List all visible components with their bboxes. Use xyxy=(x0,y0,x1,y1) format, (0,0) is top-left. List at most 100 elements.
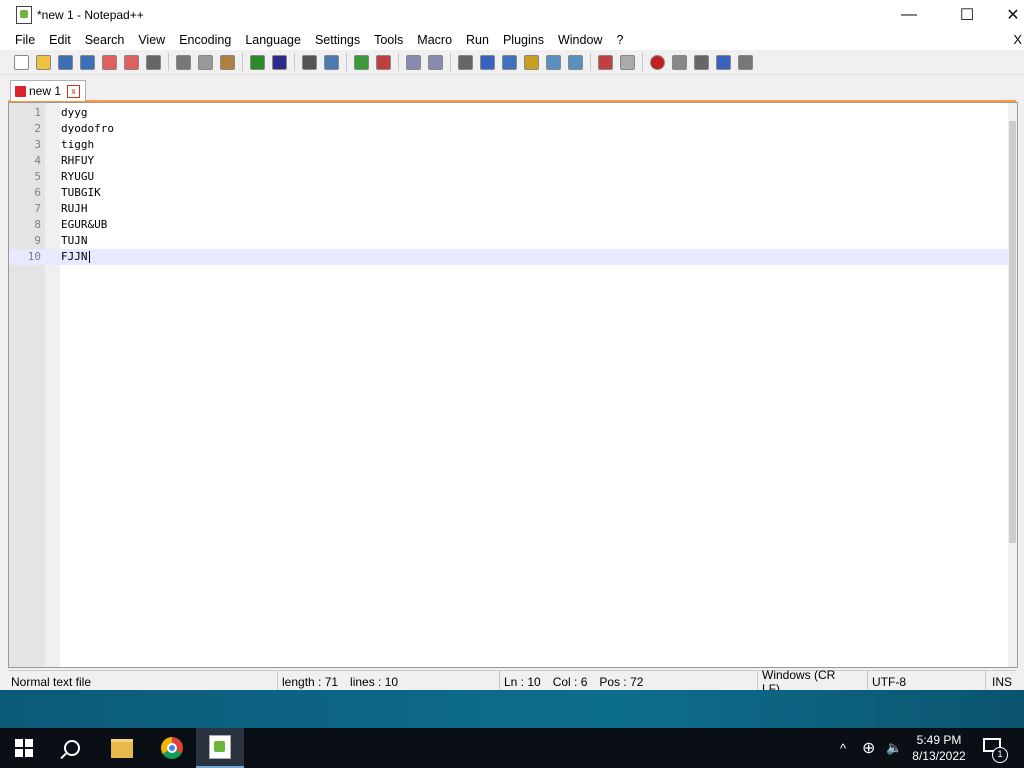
line-number: 2 xyxy=(34,122,41,135)
editor-line[interactable]: 3 tiggh xyxy=(9,137,1017,153)
menu-item-file[interactable]: File xyxy=(8,30,42,50)
sync-vertical-icon[interactable] xyxy=(404,53,422,71)
line-number: 1 xyxy=(34,106,41,119)
show-all-chars-icon[interactable] xyxy=(478,53,496,71)
save-all-icon[interactable] xyxy=(78,53,96,71)
file-explorer-button[interactable] xyxy=(98,728,146,768)
network-icon[interactable]: ⊕ xyxy=(862,728,875,768)
menu-item-run[interactable]: Run xyxy=(459,30,496,50)
zoom-in-icon[interactable] xyxy=(352,53,370,71)
line-text: dyyg xyxy=(61,106,88,119)
sync-horizontal-icon[interactable] xyxy=(426,53,444,71)
redo-icon[interactable] xyxy=(270,53,288,71)
menu-item-language[interactable]: Language xyxy=(238,30,308,50)
text-caret xyxy=(89,251,91,263)
stop-record-icon[interactable] xyxy=(670,53,688,71)
save-macro-icon[interactable] xyxy=(736,53,754,71)
vertical-scrollbar[interactable] xyxy=(1008,103,1017,667)
line-text: dyodofro xyxy=(61,122,114,135)
maximize-button[interactable]: ☐ xyxy=(944,0,990,30)
play-macro-icon[interactable] xyxy=(692,53,710,71)
toolbar-separator xyxy=(346,53,347,71)
menu-item-tools[interactable]: Tools xyxy=(367,30,410,50)
editor-line[interactable]: 5 RYUGU xyxy=(9,169,1017,185)
clock-time: 5:49 PM xyxy=(916,733,962,747)
menu-item-help[interactable]: ? xyxy=(609,30,630,50)
title-bar[interactable]: *new 1 - Notepad++ — ☐ ✕ xyxy=(0,0,1024,30)
editor-line[interactable]: 9 TUJN xyxy=(9,233,1017,249)
notepadpp-icon xyxy=(209,735,231,759)
editor-line[interactable]: 1 dyyg xyxy=(9,105,1017,121)
scrollbar-thumb[interactable] xyxy=(1009,121,1016,543)
toolbar-separator xyxy=(642,53,643,71)
menu-item-plugins[interactable]: Plugins xyxy=(496,30,551,50)
editor-line[interactable]: 6 TUBGIK xyxy=(9,185,1017,201)
tab-bar: new 1 x xyxy=(8,78,1016,102)
col-text: Col : 6 xyxy=(552,675,588,689)
line-number: 10 xyxy=(27,250,41,263)
close-all-icon[interactable] xyxy=(122,53,140,71)
close-document-icon[interactable]: X xyxy=(1013,32,1022,47)
editor-line[interactable]: 8 EGUR&UB xyxy=(9,217,1017,233)
minimize-button[interactable]: — xyxy=(886,0,932,30)
monitoring-icon[interactable] xyxy=(618,53,636,71)
chrome-button[interactable] xyxy=(148,728,196,768)
tab-close-icon[interactable]: x xyxy=(67,84,81,98)
zoom-out-icon[interactable] xyxy=(374,53,392,71)
indent-guide-icon[interactable] xyxy=(500,53,518,71)
run-macro-multiple-icon[interactable] xyxy=(714,53,732,71)
word-wrap-icon[interactable] xyxy=(456,53,474,71)
new-file-icon[interactable] xyxy=(12,53,30,71)
replace-icon[interactable] xyxy=(322,53,340,71)
cut-icon[interactable] xyxy=(174,53,192,71)
line-text: tiggh xyxy=(61,138,95,151)
find-icon[interactable] xyxy=(300,53,318,71)
folder-workspace-icon[interactable] xyxy=(596,53,614,71)
unsaved-icon xyxy=(15,85,26,97)
windows-logo-icon xyxy=(15,739,33,757)
toolbar-separator xyxy=(450,53,451,71)
start-button[interactable] xyxy=(0,728,48,768)
editor-line[interactable]: 7 RUJH xyxy=(9,201,1017,217)
insert-mode-text: INS xyxy=(992,675,1013,689)
save-icon[interactable] xyxy=(56,53,74,71)
line-number: 7 xyxy=(34,202,41,215)
search-button[interactable] xyxy=(48,728,96,768)
chrome-icon xyxy=(161,737,183,759)
function-list-icon[interactable] xyxy=(566,53,584,71)
taskbar-clock[interactable]: 5:49 PM 8/13/2022 xyxy=(906,732,972,764)
record-macro-icon[interactable] xyxy=(648,53,666,71)
undo-icon[interactable] xyxy=(248,53,266,71)
toolbar xyxy=(0,50,1024,75)
menu-item-settings[interactable]: Settings xyxy=(308,30,367,50)
notification-count-badge: 1 xyxy=(992,747,1008,763)
editor-area[interactable]: 1 dyyg 2 dyodofro 3 tiggh 4 RHFUY 5 RYUGU 6 TUBGIK 7… xyxy=(8,102,1018,668)
line-text: TUJN xyxy=(61,234,88,247)
tray-chevron-icon[interactable]: ^ xyxy=(840,728,846,768)
open-file-icon[interactable] xyxy=(34,53,52,71)
menu-item-encoding[interactable]: Encoding xyxy=(172,30,238,50)
toolbar-separator xyxy=(242,53,243,71)
menu-item-window[interactable]: Window xyxy=(551,30,609,50)
line-number: 5 xyxy=(34,170,41,183)
menu-item-view[interactable]: View xyxy=(131,30,172,50)
line-text: EGUR&UB xyxy=(61,218,108,231)
copy-icon[interactable] xyxy=(196,53,214,71)
tab-new-1[interactable]: new 1 x xyxy=(10,80,86,101)
lines-text: lines : 10 xyxy=(350,675,399,689)
doc-map-icon[interactable] xyxy=(544,53,562,71)
paste-icon[interactable] xyxy=(218,53,236,71)
close-icon[interactable] xyxy=(100,53,118,71)
close-button[interactable]: ✕ xyxy=(990,0,1024,30)
editor-line[interactable]: 10 FJJN xyxy=(9,249,1017,265)
editor-line[interactable]: 2 dyodofro xyxy=(9,121,1017,137)
editor-line[interactable]: 4 RHFUY xyxy=(9,153,1017,169)
menu-item-macro[interactable]: Macro xyxy=(410,30,459,50)
volume-icon[interactable]: 🔈 xyxy=(886,728,902,768)
menu-item-edit[interactable]: Edit xyxy=(42,30,78,50)
user-language-icon[interactable] xyxy=(522,53,540,71)
toolbar-separator xyxy=(398,53,399,71)
print-icon[interactable] xyxy=(144,53,162,71)
menu-item-search[interactable]: Search xyxy=(78,30,132,50)
notepadpp-taskbar-button[interactable] xyxy=(196,728,244,768)
